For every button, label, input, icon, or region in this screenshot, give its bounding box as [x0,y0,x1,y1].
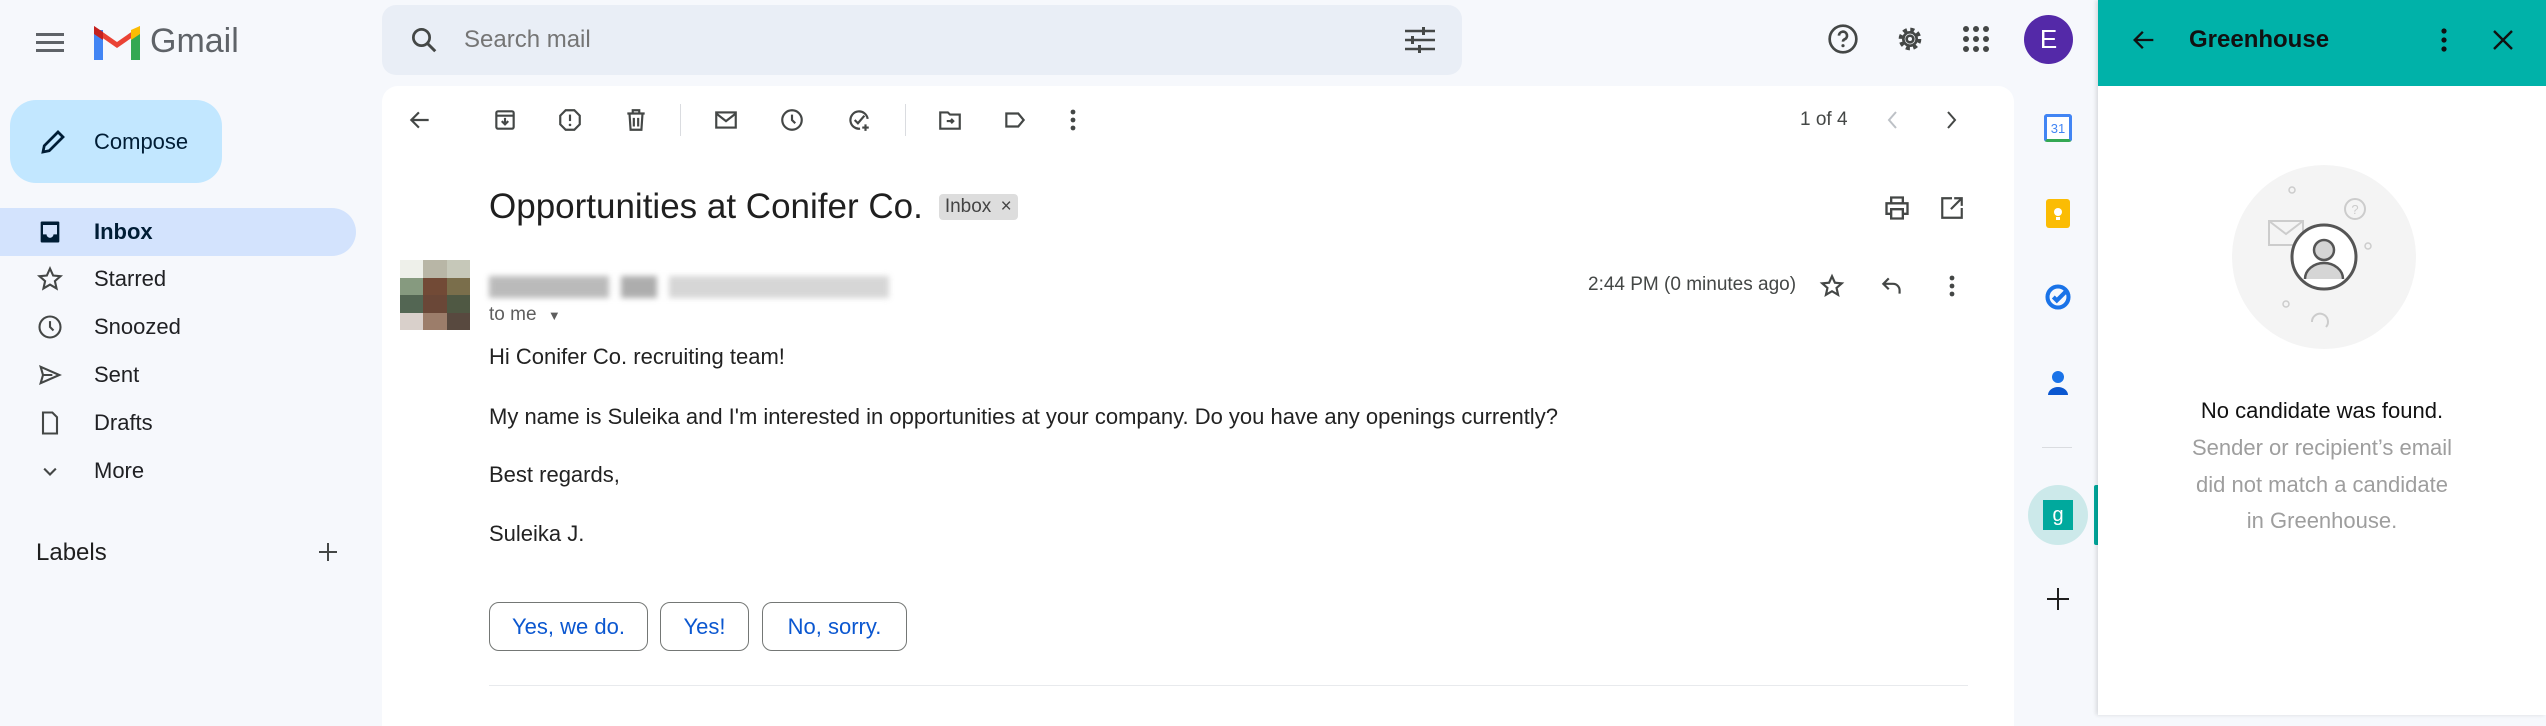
sidebar-item-label: Starred [94,266,167,291]
sidebar-item-snoozed[interactable]: Snoozed [0,303,356,351]
recipient-details-toggle[interactable]: to me ▼ [489,304,561,326]
sidebar-item-drafts[interactable]: Drafts [0,399,356,447]
greenhouse-panel [2098,0,2546,715]
labels-heading: Labels [36,539,107,566]
google-calendar-icon[interactable]: 31 [2044,114,2072,142]
toolbar-divider [905,104,906,136]
label-chip-text: Inbox [944,196,992,217]
email-body-line: My name is Suleika and I'm interested in… [489,404,1558,429]
avatar-initial: E [2039,24,2058,54]
addon-divider [2042,447,2072,448]
main-menu-button[interactable] [30,22,70,62]
message-more-icon[interactable] [1932,266,1972,306]
send-icon [39,364,62,386]
gmail-m-icon [94,25,140,60]
search-bar[interactable] [382,5,1462,75]
settings-gear-icon[interactable] [1890,19,1930,59]
greenhouse-g-icon: g [2043,500,2073,530]
label-chip-inbox[interactable]: Inbox × [938,194,1018,220]
smart-reply-button[interactable]: No, sorry. [762,602,907,651]
search-options-icon[interactable] [1400,20,1440,60]
panel-back-arrow-icon[interactable] [2124,20,2164,60]
compose-button[interactable]: Compose [10,100,222,183]
delete-trash-icon[interactable] [616,100,656,140]
label-icon[interactable] [995,100,1035,140]
sidebar-item-more[interactable]: More [0,447,356,495]
google-keep-icon[interactable] [2046,199,2070,228]
sidebar-item-label: More [94,458,145,483]
star-toggle-icon[interactable] [1812,266,1852,306]
archive-icon[interactable] [485,100,525,140]
get-addons-plus-icon[interactable] [2043,584,2073,614]
sidebar-item-label: Sent [94,362,140,387]
addon-sidebar [2014,86,2098,715]
sidebar-item-inbox[interactable]: Inbox [0,208,356,256]
email-body-line: Suleika J. [489,521,585,546]
smart-reply-button[interactable]: Yes, we do. [489,602,648,651]
older-chevron-right-icon[interactable] [1932,100,1972,140]
mark-unread-icon[interactable] [706,100,746,140]
no-candidate-heading: No candidate was found. [2200,398,2444,423]
star-icon [36,265,64,291]
clock-icon [38,315,62,339]
sidebar-item-label: Drafts [94,410,153,435]
smart-reply-button[interactable]: Yes! [660,602,749,651]
greenhouse-addon-button[interactable]: g [2028,485,2088,545]
no-candidate-illustration: ? [2231,164,2417,350]
toolbar-divider [680,104,681,136]
no-candidate-message-line: did not match a candidate [2196,472,2448,497]
reply-icon[interactable] [1872,266,1912,306]
help-icon[interactable] [1823,19,1863,59]
draft-icon [41,411,59,435]
add-to-tasks-icon[interactable] [839,100,879,140]
pagination-count: 1 of 4 [1800,109,1848,130]
more-vertical-icon[interactable] [1053,100,1093,140]
compose-label: Compose [94,128,189,154]
email-body-line: Best regards, [489,462,620,487]
gmail-logo[interactable]: Gmail [94,22,239,61]
sender-avatar[interactable] [400,260,470,330]
panel-close-icon[interactable] [2483,20,2523,60]
message-divider [489,685,1968,686]
svg-text:?: ? [2351,202,2358,217]
no-candidate-message-line: Sender or recipient’s email [2191,435,2453,460]
report-spam-icon[interactable] [550,100,590,140]
caret-down-icon: ▼ [547,308,561,323]
google-tasks-icon[interactable] [2044,283,2072,311]
inbox-icon [40,221,60,243]
move-to-icon[interactable] [930,100,970,140]
search-input[interactable] [464,20,1264,60]
newer-chevron-left-icon[interactable] [1872,100,1912,140]
sender-name-redacted [489,276,889,298]
chevron-down-icon [43,467,57,476]
remove-label-icon[interactable]: × [1001,196,1012,217]
open-new-window-icon[interactable] [1932,188,1972,228]
search-icon[interactable] [404,20,444,60]
sidebar-item-starred[interactable]: Starred [0,255,356,303]
subject-row: Opportunities at Conifer Co. Inbox × [489,187,1018,227]
back-arrow-icon[interactable] [400,100,440,140]
pencil-icon [41,129,65,154]
panel-title: Greenhouse [2189,26,2330,53]
email-subject: Opportunities at Conifer Co. [489,187,923,226]
panel-more-icon[interactable] [2424,20,2464,60]
app-name: Gmail [150,22,239,60]
snooze-clock-icon[interactable] [772,100,812,140]
email-timestamp: 2:44 PM (0 minutes ago) [1588,274,1797,295]
sidebar-item-label: Snoozed [94,314,181,339]
recipient-text: to me [489,304,537,325]
sidebar-item-sent[interactable]: Sent [0,351,356,399]
calendar-day: 31 [2050,120,2066,136]
google-apps-icon[interactable] [1956,19,1996,59]
no-candidate-message-line: in Greenhouse. [2246,508,2398,533]
google-contacts-icon[interactable] [2046,368,2070,396]
account-avatar[interactable]: E [2024,15,2073,64]
sidebar-item-label: Inbox [94,219,153,244]
print-icon[interactable] [1877,188,1917,228]
add-label-icon[interactable] [312,536,344,568]
email-body-line: Hi Conifer Co. recruiting team! [489,344,785,369]
